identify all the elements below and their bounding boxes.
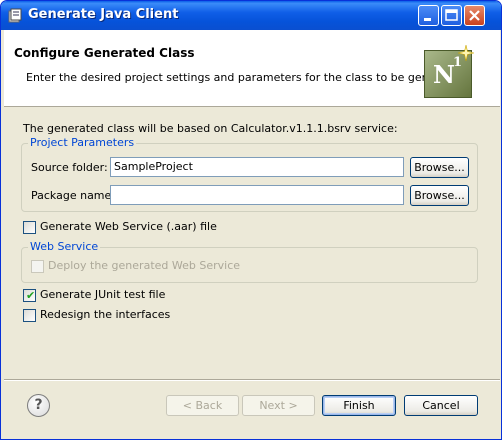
info-text: The generated class will be based on Cal… (23, 122, 398, 135)
package-name-label: Package name: (31, 189, 115, 202)
close-icon (469, 10, 480, 21)
generate-web-service-label: Generate Web Service (.aar) file (40, 220, 217, 233)
minimize-button[interactable] (418, 5, 439, 26)
button-bar-separator (4, 379, 500, 381)
web-service-label: Web Service (28, 240, 101, 253)
finish-button[interactable]: Finish (322, 395, 396, 416)
checkbox-box[interactable]: ✔ (23, 289, 36, 302)
maximize-button[interactable] (441, 5, 462, 26)
source-folder-input[interactable]: SampleProject (110, 157, 404, 177)
package-name-browse-button[interactable]: Browse... (410, 185, 469, 206)
generate-junit-label: Generate JUnit test file (40, 288, 166, 301)
help-button[interactable]: ? (27, 394, 50, 417)
minimize-icon (424, 18, 431, 21)
dialog-window: Generate Java Client Configure Generated… (0, 0, 502, 440)
title-bar[interactable]: Generate Java Client (1, 1, 501, 30)
wizard-header: Configure Generated Class Enter the desi… (4, 30, 500, 107)
checkbox-box[interactable] (31, 260, 44, 273)
back-button[interactable]: < Back (166, 395, 239, 416)
project-parameters-label: Project Parameters (28, 136, 137, 149)
logo-letter: N (433, 60, 455, 89)
checkbox-box[interactable] (23, 221, 36, 234)
next-button[interactable]: Next > (242, 395, 315, 416)
page-title: Configure Generated Class (14, 46, 195, 60)
maximize-icon (445, 9, 458, 21)
cancel-button[interactable]: Cancel (404, 395, 478, 416)
page-description: Enter the desired project settings and p… (26, 71, 465, 84)
package-name-input[interactable] (110, 185, 404, 205)
sparkle-icon (458, 45, 474, 61)
window-title: Generate Java Client (28, 7, 179, 22)
close-button[interactable] (464, 5, 485, 26)
checkbox-box[interactable] (23, 309, 36, 322)
deploy-web-service-label: Deploy the generated Web Service (48, 259, 241, 272)
redesign-interfaces-label: Redesign the interfaces (40, 308, 171, 321)
check-mark-icon: ✔ (26, 289, 36, 302)
source-folder-label: Source folder: (31, 161, 108, 174)
source-folder-browse-button[interactable]: Browse... (410, 157, 469, 178)
app-icon (8, 8, 22, 23)
